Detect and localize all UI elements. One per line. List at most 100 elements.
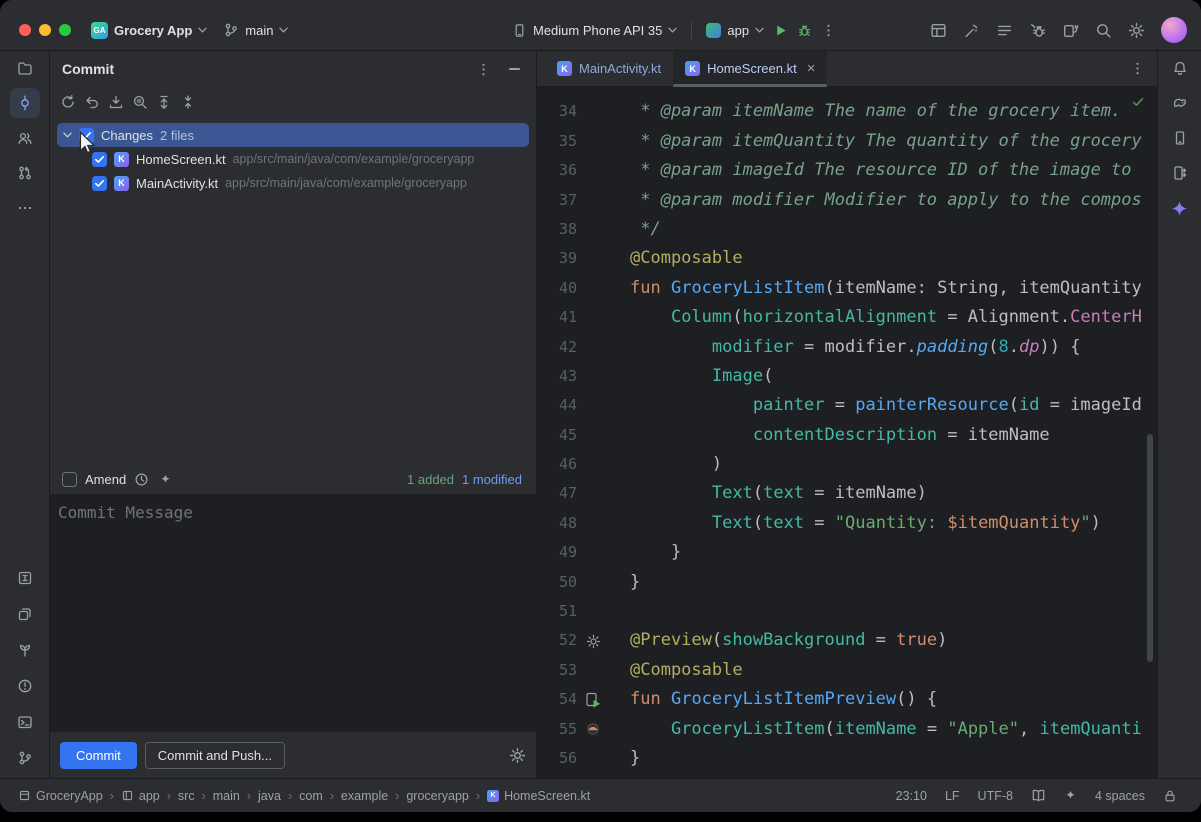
code-editor[interactable]: 3334 * @param itemName The name of the g… (537, 87, 1157, 778)
ai-spark-icon[interactable] (1064, 789, 1077, 802)
line-number: 37 (537, 186, 577, 215)
terminal-icon[interactable] (10, 707, 40, 737)
version-control-icon[interactable] (10, 743, 40, 773)
project-name: Grocery App (114, 23, 192, 38)
history-icon[interactable] (134, 472, 149, 487)
line-separator[interactable]: LF (945, 789, 960, 803)
more-actions-icon[interactable] (821, 23, 836, 38)
project-selector[interactable]: GA Grocery App (91, 22, 207, 39)
chevron-expanded-icon[interactable] (63, 132, 72, 138)
line-number: 33 (537, 87, 577, 97)
code-line-46: 46 ) (537, 450, 1157, 479)
modified-count: 1 modified (462, 472, 522, 487)
breadcrumb-item[interactable]: example (341, 789, 388, 803)
editor-tab-bar: K MainActivity.kt K HomeScreen.kt × (537, 51, 1157, 87)
lock-icon[interactable] (1163, 789, 1177, 803)
chevron-down-icon (198, 27, 207, 33)
shelve-icon[interactable] (108, 94, 124, 110)
line-number: 47 (537, 479, 577, 508)
gutter-run-icon[interactable] (581, 685, 605, 714)
refresh-icon[interactable] (60, 94, 76, 110)
amend-checkbox[interactable] (62, 472, 77, 487)
services-icon[interactable] (10, 635, 40, 665)
ai-actions-icon[interactable] (963, 22, 980, 39)
device-selector[interactable]: Medium Phone API 35 (512, 23, 677, 38)
changed-file-row[interactable]: K HomeScreen.kt app/src/main/java/com/ex… (50, 147, 536, 171)
zoom-window-button[interactable] (59, 24, 71, 36)
code-line-41: 41 Column(horizontalAlignment = Alignmen… (537, 303, 1157, 332)
branch-selector[interactable]: main (223, 22, 288, 38)
gutter-img-icon[interactable] (581, 715, 605, 744)
titlebar: GA Grocery App main Medium Phone API 35 … (0, 0, 1201, 51)
gradle-icon[interactable] (1165, 88, 1195, 118)
search-icon[interactable] (1095, 22, 1112, 39)
changes-file-count: 2 files (160, 128, 194, 143)
user-avatar[interactable] (1161, 17, 1187, 43)
android-studio-window: GA Grocery App main Medium Phone API 35 … (0, 0, 1201, 812)
pull-requests-icon[interactable] (10, 158, 40, 188)
breadcrumb-item[interactable]: GroceryApp (18, 789, 103, 803)
editor-tab[interactable]: K MainActivity.kt (545, 51, 673, 86)
file-encoding[interactable]: UTF-8 (978, 789, 1013, 803)
settings-icon[interactable] (1128, 22, 1145, 39)
collapse-all-icon[interactable] (180, 94, 196, 110)
breadcrumb-item[interactable]: java (258, 789, 281, 803)
device-explorer-icon[interactable] (1165, 158, 1195, 188)
breadcrumb-item[interactable]: main (213, 789, 240, 803)
code-line-38: 38 */ (537, 215, 1157, 244)
commit-button[interactable]: Commit (60, 742, 137, 769)
preview-diff-icon[interactable] (132, 94, 148, 110)
problems-icon[interactable] (10, 671, 40, 701)
breadcrumb-item[interactable]: app (121, 789, 160, 803)
close-tab-icon[interactable]: × (807, 61, 816, 76)
minimize-window-button[interactable] (39, 24, 51, 36)
editor-scrollbar[interactable] (1147, 434, 1153, 662)
changes-root-row[interactable]: Changes 2 files (57, 123, 529, 147)
code-line-53: 53@Composable (537, 656, 1157, 685)
breadcrumb-item[interactable]: com (299, 789, 323, 803)
device-manager-icon[interactable] (1062, 22, 1079, 39)
layout-inspector-icon[interactable] (930, 22, 947, 39)
project-badge-icon: GA (91, 22, 108, 39)
panel-options-icon[interactable] (476, 62, 491, 77)
run-config-selector[interactable]: app (706, 23, 764, 38)
breadcrumb-item[interactable]: KHomeScreen.kt (487, 789, 590, 803)
more-tools-icon[interactable] (10, 193, 40, 223)
commit-icon[interactable] (10, 88, 40, 118)
gemini-icon[interactable] (1165, 193, 1195, 223)
cursor-position[interactable]: 23:10 (896, 789, 927, 803)
notifications-icon[interactable] (1165, 53, 1195, 83)
attach-debugger-icon[interactable] (1029, 22, 1046, 39)
changed-file-row[interactable]: K MainActivity.kt app/src/main/java/com/… (50, 171, 536, 195)
indent-setting[interactable]: 4 spaces (1095, 789, 1145, 803)
editor-tab[interactable]: K HomeScreen.kt × (673, 51, 827, 86)
project-icon[interactable] (10, 53, 40, 83)
expand-all-icon[interactable] (156, 94, 172, 110)
close-window-button[interactable] (19, 24, 31, 36)
kotlin-file-icon: K (114, 152, 129, 167)
run-button[interactable] (773, 23, 788, 38)
line-number: 39 (537, 244, 577, 273)
line-number: 48 (537, 509, 577, 538)
device-manager-phone-icon[interactable] (1165, 123, 1195, 153)
file-checkbox[interactable] (92, 176, 107, 191)
ai-spark-icon[interactable] (159, 473, 172, 486)
breadcrumb-item[interactable]: src (178, 789, 195, 803)
commit-message-input[interactable]: Commit Message (50, 494, 536, 732)
users-icon[interactable] (10, 123, 40, 153)
breadcrumb-item[interactable]: groceryapp (406, 789, 469, 803)
commit-options-gear-icon[interactable] (509, 747, 526, 764)
inspections-ok-icon[interactable] (1131, 95, 1145, 114)
logcat-icon[interactable] (996, 22, 1013, 39)
layers-icon[interactable] (10, 599, 40, 629)
tab-label: HomeScreen.kt (707, 61, 797, 76)
app-inspection-icon[interactable] (10, 563, 40, 593)
gutter-gear-icon[interactable] (581, 626, 605, 655)
reader-mode-icon[interactable] (1031, 788, 1046, 803)
module-icon (121, 789, 134, 802)
rollback-icon[interactable] (84, 94, 100, 110)
commit-and-push-button[interactable]: Commit and Push... (145, 742, 285, 769)
tab-options-icon[interactable] (1130, 51, 1157, 86)
hide-panel-icon[interactable] (509, 68, 520, 70)
debug-button[interactable] (797, 23, 812, 38)
